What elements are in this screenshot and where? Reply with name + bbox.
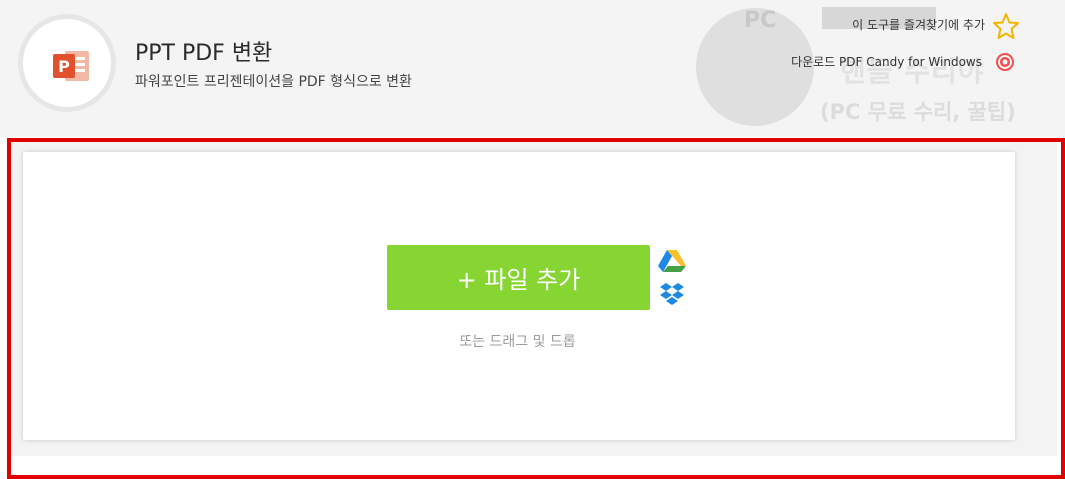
candy-icon[interactable] xyxy=(994,51,1016,73)
star-icon[interactable] xyxy=(992,12,1020,40)
drag-drop-hint-text: 또는 드래그 및 드롭 xyxy=(459,334,576,350)
svg-text:P: P xyxy=(58,57,70,76)
drag-drop-hint: 또는 드래그 및 드롭 xyxy=(0,331,1065,351)
watermark-pc: PC xyxy=(744,8,777,33)
header: P PPT PDF 변환 파워포인트 프리젠테이션을 PDF 형식으로 변환 P… xyxy=(0,0,1065,137)
page-title: PPT PDF 변환 xyxy=(135,41,273,66)
dropbox-icon[interactable] xyxy=(659,282,685,308)
page-subtitle: 파워포인트 프리젠테이션을 PDF 형식으로 변환 xyxy=(135,74,412,90)
google-drive-icon[interactable] xyxy=(658,248,686,272)
watermark-subtitle: (PC 무료 수리, 꿀팁) xyxy=(820,100,1016,124)
download-app-link[interactable]: 다운로드 PDF Candy for Windows xyxy=(791,53,982,70)
add-favorite-link[interactable]: 이 도구를 즐겨찾기에 추가 xyxy=(852,16,985,33)
app-logo: P xyxy=(18,14,116,112)
add-file-button[interactable]: + 파일 추가 xyxy=(387,245,650,310)
powerpoint-icon: P xyxy=(53,51,89,81)
